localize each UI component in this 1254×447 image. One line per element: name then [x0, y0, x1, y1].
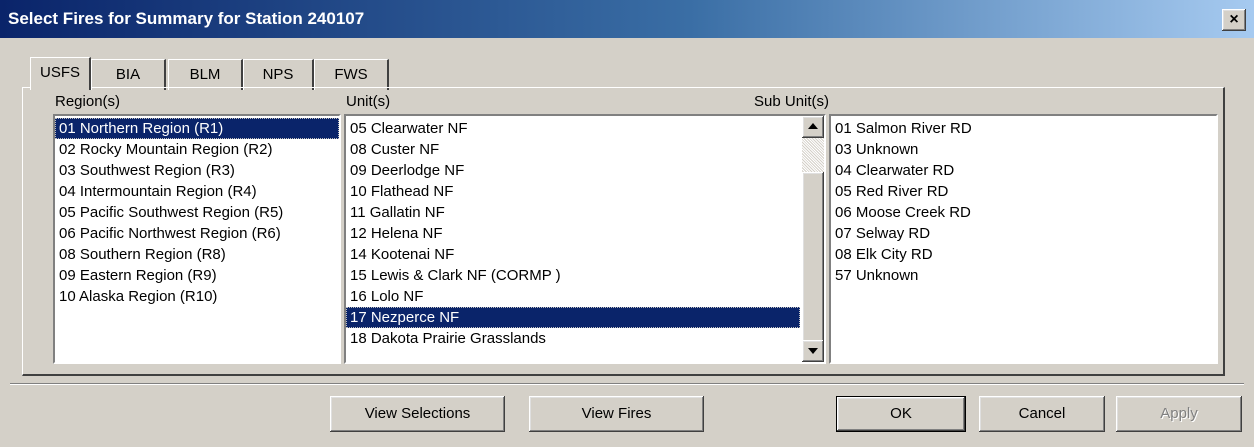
subunit-list-item[interactable]: 07 Selway RD	[831, 223, 1216, 244]
dialog-title: Select Fires for Summary for Station 240…	[8, 9, 365, 28]
scroll-up-button[interactable]	[802, 116, 824, 138]
units-scrollbar[interactable]	[802, 116, 824, 362]
tab-usfs[interactable]: USFS	[30, 57, 91, 90]
arrow-down-icon	[808, 348, 818, 354]
unit-list-item[interactable]: 09 Deerlodge NF	[346, 160, 800, 181]
unit-list-item[interactable]: 05 Clearwater NF	[346, 118, 800, 139]
subunits-list: 01 Salmon River RD 03 Unknown 04 Clearwate…	[831, 116, 1216, 286]
units-listbox[interactable]: 05 Clearwater NF 08 Custer NF 09 Deerlodge…	[344, 114, 826, 364]
tab-fws[interactable]: FWS	[314, 59, 389, 90]
apply-label: Apply	[1160, 405, 1198, 422]
unit-list-item[interactable]: 12 Helena NF	[346, 223, 800, 244]
subunit-list-item[interactable]: 08 Elk City RD	[831, 244, 1216, 265]
subunits-label: Sub Unit(s)	[754, 93, 830, 110]
units-label: Unit(s)	[346, 93, 391, 110]
unit-list-item[interactable]: 10 Flathead NF	[346, 181, 800, 202]
view-selections-button[interactable]: View Selections	[330, 396, 505, 432]
cancel-button[interactable]: Cancel	[979, 396, 1105, 432]
region-list-item[interactable]: 02 Rocky Mountain Region (R2)	[55, 139, 339, 160]
close-button[interactable]: ×	[1222, 9, 1246, 31]
apply-button[interactable]: Apply	[1116, 396, 1242, 432]
arrow-up-icon	[808, 123, 818, 129]
subunits-listbox[interactable]: 01 Salmon River RD 03 Unknown 04 Clearwate…	[829, 114, 1218, 364]
subunit-list-item[interactable]: 01 Salmon River RD	[831, 118, 1216, 139]
cancel-label: Cancel	[1018, 405, 1066, 422]
unit-list-item[interactable]: 18 Dakota Prairie Grasslands	[346, 328, 800, 349]
region-list-item[interactable]: 10 Alaska Region (R10)	[55, 286, 339, 307]
tab-nps[interactable]: NPS	[243, 59, 314, 90]
footer-separator	[10, 383, 1244, 385]
subunit-list-item[interactable]: 04 Clearwater RD	[831, 160, 1216, 181]
unit-list-item[interactable]: 11 Gallatin NF	[346, 202, 800, 223]
ok-button[interactable]: OK	[836, 396, 966, 432]
region-list-item[interactable]: 05 Pacific Southwest Region (R5)	[55, 202, 339, 223]
tab-nps-label: NPS	[262, 66, 294, 83]
title-bar[interactable]: Select Fires for Summary for Station 240…	[0, 0, 1254, 38]
units-list: 05 Clearwater NF 08 Custer NF 09 Deerlodge…	[346, 116, 800, 349]
regions-list: 01 Northern Region (R1) 02 Rocky Mountain…	[55, 116, 339, 307]
unit-list-item[interactable]: 14 Kootenai NF	[346, 244, 800, 265]
region-list-item[interactable]: 08 Southern Region (R8)	[55, 244, 339, 265]
region-list-item[interactable]: 04 Intermountain Region (R4)	[55, 181, 339, 202]
tab-usfs-label: USFS	[39, 64, 80, 81]
ok-label: OK	[890, 405, 912, 422]
unit-list-item[interactable]: 08 Custer NF	[346, 139, 800, 160]
regions-label: Region(s)	[55, 93, 121, 110]
select-fires-dialog: Select Fires for Summary for Station 240…	[0, 0, 1254, 447]
subunit-list-item[interactable]: 06 Moose Creek RD	[831, 202, 1216, 223]
view-fires-label: View Fires	[581, 405, 652, 422]
scroll-down-button[interactable]	[802, 340, 824, 362]
tab-bia-label: BIA	[115, 66, 141, 83]
subunit-list-item[interactable]: 57 Unknown	[831, 265, 1216, 286]
unit-list-item[interactable]: 16 Lolo NF	[346, 286, 800, 307]
subunit-list-item[interactable]: 05 Red River RD	[831, 181, 1216, 202]
tab-fws-label: FWS	[334, 66, 368, 83]
region-list-item[interactable]: 01 Northern Region (R1)	[55, 118, 339, 139]
region-list-item[interactable]: 03 Southwest Region (R3)	[55, 160, 339, 181]
unit-list-item[interactable]: 17 Nezperce NF	[346, 307, 800, 328]
region-list-item[interactable]: 06 Pacific Northwest Region (R6)	[55, 223, 339, 244]
close-icon: ×	[1229, 11, 1239, 28]
tab-blm[interactable]: BLM	[168, 59, 243, 90]
view-selections-label: View Selections	[364, 405, 471, 422]
subunit-list-item[interactable]: 03 Unknown	[831, 139, 1216, 160]
regions-listbox[interactable]: 01 Northern Region (R1) 02 Rocky Mountain…	[53, 114, 341, 364]
scroll-thumb[interactable]	[802, 172, 824, 342]
region-list-item[interactable]: 09 Eastern Region (R9)	[55, 265, 339, 286]
view-fires-button[interactable]: View Fires	[529, 396, 704, 432]
tab-blm-label: BLM	[189, 66, 221, 83]
tab-bia[interactable]: BIA	[91, 59, 166, 90]
unit-list-item[interactable]: 15 Lewis & Clark NF (CORMP )	[346, 265, 800, 286]
